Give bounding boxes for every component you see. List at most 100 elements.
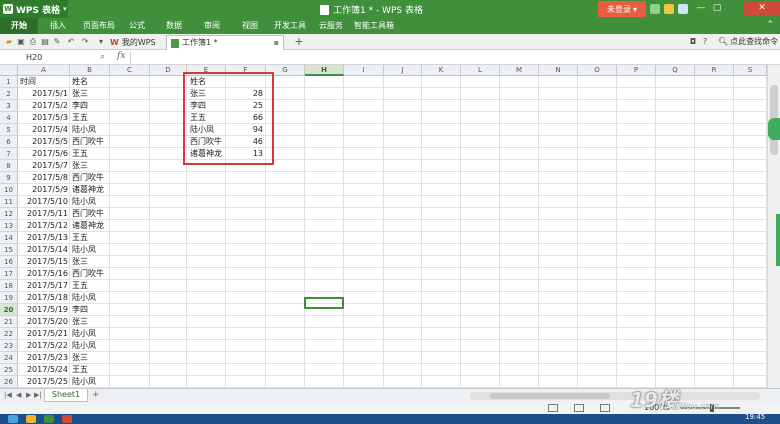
row-header[interactable]: 26 <box>0 376 18 388</box>
cell-a13[interactable]: 2017/5/12 <box>18 220 70 232</box>
cell-b11[interactable]: 陆小凤 <box>72 196 96 208</box>
cell-b8[interactable]: 张三 <box>72 160 88 172</box>
open-icon[interactable]: ▰ <box>4 37 14 47</box>
cell-a9[interactable]: 2017/5/8 <box>18 172 70 184</box>
close-button[interactable]: ✕ <box>744 2 780 15</box>
name-box[interactable]: H20 <box>14 52 86 64</box>
ribbon-collapse-icon[interactable]: ⌃ <box>766 20 774 30</box>
browser-icon[interactable] <box>62 415 72 423</box>
column-header-r[interactable]: R <box>695 65 734 76</box>
cell-b13[interactable]: 诸葛神龙 <box>72 220 104 232</box>
column-header-k[interactable]: K <box>422 65 461 76</box>
row-header[interactable]: 9 <box>0 172 18 184</box>
cell-a7[interactable]: 2017/5/6 <box>18 148 70 160</box>
row-header[interactable]: 6 <box>0 136 18 148</box>
tab-review[interactable]: 审阅 <box>196 18 228 34</box>
tab-home[interactable]: 开始 <box>0 18 38 34</box>
row-header[interactable]: 22 <box>0 328 18 340</box>
row-header[interactable]: 7 <box>0 148 18 160</box>
undo-icon[interactable]: ↶ <box>66 37 76 47</box>
fx-button[interactable]: fx <box>117 51 125 61</box>
cell-b15[interactable]: 陆小凤 <box>72 244 96 256</box>
cell-b18[interactable]: 王五 <box>72 280 88 292</box>
minimize-button[interactable]: — <box>694 2 708 15</box>
cell-b21[interactable]: 张三 <box>72 316 88 328</box>
row-header[interactable]: 5 <box>0 124 18 136</box>
page-break-view-icon[interactable] <box>600 404 610 412</box>
cell-a26[interactable]: 2017/5/25 <box>18 376 70 388</box>
print-icon[interactable]: ⎙ <box>28 37 38 47</box>
page-layout-view-icon[interactable] <box>574 404 584 412</box>
restore-button[interactable]: ▢ <box>710 2 724 15</box>
cell-a16[interactable]: 2017/5/15 <box>18 256 70 268</box>
side-assistant-badge[interactable] <box>768 118 780 140</box>
login-button[interactable]: 未登录 ▾ <box>598 1 646 17</box>
active-cell-h20[interactable] <box>304 297 344 309</box>
row-header[interactable]: 4 <box>0 112 18 124</box>
cell-a5[interactable]: 2017/5/4 <box>18 124 70 136</box>
horizontal-scroll-thumb[interactable] <box>490 393 610 399</box>
column-header-d[interactable]: D <box>150 65 187 76</box>
new-tab-icon[interactable]: + <box>294 36 304 47</box>
explorer-icon[interactable] <box>26 415 36 423</box>
cell-b20[interactable]: 李四 <box>72 304 88 316</box>
cell-a25[interactable]: 2017/5/24 <box>18 364 70 376</box>
row-header[interactable]: 13 <box>0 220 18 232</box>
column-header-s[interactable]: S <box>734 65 767 76</box>
tab-page-layout[interactable]: 页面布局 <box>78 18 120 34</box>
formula-input[interactable] <box>130 52 766 64</box>
cell-b5[interactable]: 陆小凤 <box>72 124 96 136</box>
row-header[interactable]: 1 <box>0 76 18 88</box>
search-command-box[interactable]: 🔍︎ 点此查找命令 <box>718 36 778 47</box>
cell-grid[interactable]: 1 时间 姓名 姓名 2 2017/5/1 张三 张三 28 3 2017/5/2 李四 李四 25 4 20… <box>0 76 767 388</box>
row-header[interactable]: 20 <box>0 304 18 316</box>
column-header-i[interactable]: I <box>344 65 384 76</box>
tab-smart-toolbox[interactable]: 智能工具箱 <box>352 18 396 34</box>
cell-a12[interactable]: 2017/5/11 <box>18 208 70 220</box>
row-header[interactable]: 15 <box>0 244 18 256</box>
redo-icon[interactable]: ↷ <box>80 37 90 47</box>
cell-b16[interactable]: 张三 <box>72 256 88 268</box>
cell-b2[interactable]: 张三 <box>72 88 88 100</box>
cell-b10[interactable]: 诸葛神龙 <box>72 184 104 196</box>
customize-icon[interactable]: ▾ <box>96 37 106 47</box>
wps-app-menu[interactable]: W WPS 表格 ▾ <box>0 0 68 18</box>
row-header[interactable]: 18 <box>0 280 18 292</box>
tab-workbook1[interactable]: 工作簿1 * ▪ <box>166 35 284 50</box>
sheet-tab-sheet1[interactable]: Sheet1 <box>44 389 88 402</box>
cell-a3[interactable]: 2017/5/2 <box>18 100 70 112</box>
column-header-q[interactable]: Q <box>656 65 695 76</box>
help-icon[interactable]: ? <box>700 37 710 47</box>
help-icon[interactable] <box>678 4 688 14</box>
cell-a23[interactable]: 2017/5/22 <box>18 340 70 352</box>
tab-formulas[interactable]: 公式 <box>122 18 152 34</box>
column-header-n[interactable]: N <box>539 65 578 76</box>
cell-a22[interactable]: 2017/5/21 <box>18 328 70 340</box>
row-header[interactable]: 23 <box>0 340 18 352</box>
row-header[interactable]: 3 <box>0 100 18 112</box>
cell-a20[interactable]: 2017/5/19 <box>18 304 70 316</box>
cell-b23[interactable]: 陆小凤 <box>72 340 96 352</box>
cell-a15[interactable]: 2017/5/14 <box>18 244 70 256</box>
cell-a10[interactable]: 2017/5/9 <box>18 184 70 196</box>
row-header[interactable]: 2 <box>0 88 18 100</box>
tab-my-wps[interactable]: W 我的WPS <box>106 35 160 50</box>
cell-a11[interactable]: 2017/5/10 <box>18 196 70 208</box>
side-panel-handle[interactable] <box>776 214 780 266</box>
cell-a21[interactable]: 2017/5/20 <box>18 316 70 328</box>
horizontal-scrollbar[interactable] <box>470 392 760 400</box>
close-tab-icon[interactable]: ▪ <box>274 36 279 50</box>
select-all-corner[interactable] <box>0 65 18 76</box>
cell-b22[interactable]: 陆小凤 <box>72 328 96 340</box>
start-icon[interactable] <box>8 415 18 423</box>
cell-b17[interactable]: 西门吹牛 <box>72 268 104 280</box>
column-header-h[interactable]: H <box>305 65 344 76</box>
row-header[interactable]: 16 <box>0 256 18 268</box>
tab-view[interactable]: 视图 <box>234 18 266 34</box>
cell-a17[interactable]: 2017/5/16 <box>18 268 70 280</box>
cell-b1[interactable]: 姓名 <box>72 76 88 88</box>
cell-a2[interactable]: 2017/5/1 <box>18 88 70 100</box>
column-header-p[interactable]: P <box>617 65 656 76</box>
preview-icon[interactable]: ▤ <box>40 37 50 47</box>
row-header[interactable]: 11 <box>0 196 18 208</box>
